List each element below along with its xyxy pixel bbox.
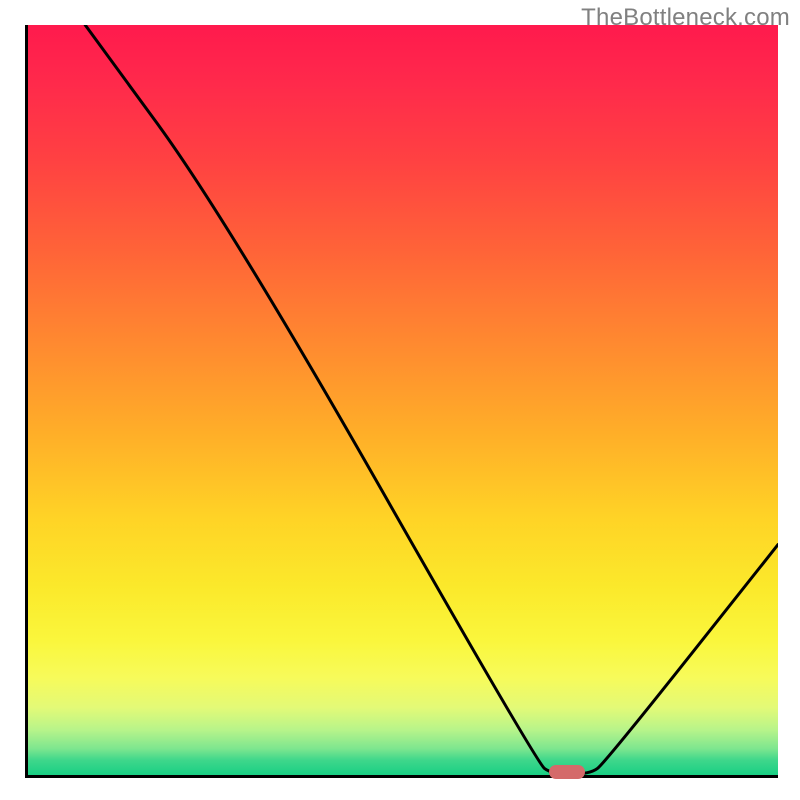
optimal-point-marker: [549, 765, 585, 779]
watermark-text: TheBottleneck.com: [581, 4, 790, 32]
plot-background: [25, 25, 778, 778]
chart-container: TheBottleneck.com: [0, 0, 800, 800]
